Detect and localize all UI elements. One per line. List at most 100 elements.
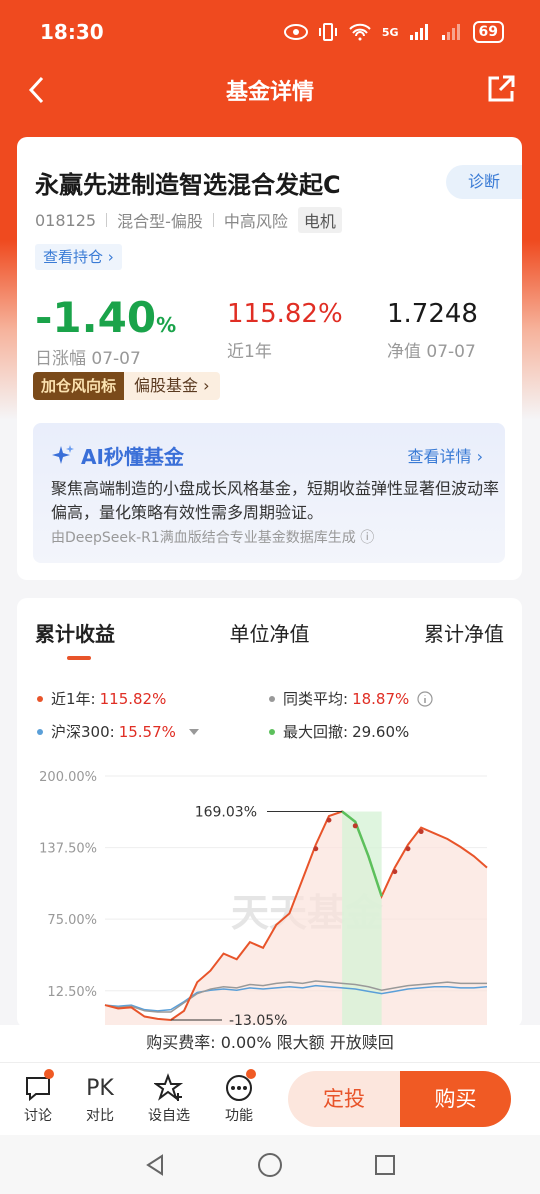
tab-cumulative-nav[interactable]: 累计净值 bbox=[424, 618, 504, 647]
add-watchlist-label: 设自选 bbox=[148, 1108, 190, 1124]
daily-change-unit: % bbox=[156, 313, 177, 337]
legend-hs300-dot bbox=[37, 728, 43, 735]
ai-detail-link[interactable]: 查看详情 › bbox=[408, 443, 484, 467]
back-triangle-icon[interactable] bbox=[143, 1153, 167, 1177]
fund-code: 018125 bbox=[35, 210, 97, 230]
ai-summary-box: AI秒懂基金 查看详情 › 聚焦高端制造的小盘成长风格基金，短期收益弹性显著但波… bbox=[33, 423, 505, 563]
divider bbox=[212, 213, 214, 227]
more-functions-button[interactable]: 功能 bbox=[216, 1071, 262, 1125]
home-circle-icon[interactable] bbox=[257, 1152, 283, 1178]
add-watchlist-button[interactable]: 设自选 bbox=[146, 1071, 192, 1125]
legend-fund-dot bbox=[37, 695, 43, 702]
legend-hs300-label: 沪深300: bbox=[51, 723, 115, 741]
legend-hs300-value: 15.57% bbox=[118, 722, 176, 741]
y-tick-label: 75.00% bbox=[47, 913, 97, 928]
trade-marker-dot bbox=[405, 846, 411, 852]
peak-annotation: 169.03% bbox=[195, 805, 257, 821]
y-tick-label: 12.50% bbox=[47, 985, 97, 1000]
battery-indicator: 69 bbox=[472, 21, 504, 43]
y-tick-label: 200.00% bbox=[39, 770, 97, 785]
network-label: 5G bbox=[381, 25, 399, 39]
daily-change-number: -1.40 bbox=[35, 293, 157, 342]
trade-marker-dot bbox=[352, 823, 358, 829]
year-return-stat: 115.82% 近1年 bbox=[227, 299, 343, 362]
fund-info-card: 永赢先进制造智选混合发起C 诊断 018125 混合型-偏股 中高风险 电机 查… bbox=[17, 137, 522, 580]
sparkle-icon bbox=[52, 444, 74, 464]
year-return-value: 115.82% bbox=[227, 299, 343, 329]
tab-cumulative-return[interactable]: 累计收益 bbox=[35, 618, 115, 647]
year-return-label: 近1年 bbox=[227, 342, 272, 362]
page-title: 基金详情 bbox=[225, 80, 314, 105]
return-chart[interactable]: 200.00%137.50%75.00%12.50%天天基金169.03%-13… bbox=[17, 758, 522, 1028]
y-tick-label: 137.50% bbox=[39, 842, 97, 857]
legend-drawdown: 最大回撤: 29.60% bbox=[269, 721, 409, 742]
auto-invest-button[interactable]: 定投 bbox=[288, 1071, 400, 1127]
daily-change-label: 日涨幅 07-07 bbox=[35, 349, 141, 369]
trade-marker-dot bbox=[326, 817, 332, 823]
fund-type: 混合型-偏股 bbox=[117, 212, 203, 231]
performance-chart-card: 累计收益 单位净值 累计净值 近1年: 115.82% 同类平均: 18.87% 沪… bbox=[17, 598, 522, 1028]
view-holdings-button[interactable]: 查看持仓 › bbox=[35, 244, 122, 270]
fund-name: 永赢先进制造智选混合发起C bbox=[35, 171, 341, 199]
recents-square-icon[interactable] bbox=[373, 1153, 397, 1177]
wind-indicator-label: 加仓风向标 bbox=[33, 372, 125, 400]
daily-change-value: -1.40% bbox=[35, 293, 176, 342]
ai-title-text: AI秒懂基金 bbox=[81, 445, 184, 469]
discuss-label: 讨论 bbox=[24, 1108, 52, 1124]
divider bbox=[106, 213, 108, 227]
legend-peer-label: 同类平均: bbox=[283, 690, 349, 708]
wind-indicator[interactable]: 加仓风向标 偏股基金 › bbox=[33, 372, 220, 400]
max-drawdown-region bbox=[342, 811, 382, 1028]
status-icons: 5G 69 bbox=[283, 21, 504, 43]
fund-risk: 中高风险 bbox=[223, 212, 288, 231]
fund-meta: 018125 混合型-偏股 中高风险 电机 bbox=[35, 207, 342, 233]
discuss-badge bbox=[44, 1069, 54, 1079]
fund-theme-tag[interactable]: 电机 bbox=[297, 207, 342, 233]
discuss-button[interactable]: 讨论 bbox=[15, 1071, 61, 1125]
ai-source-note: 由DeepSeek-R1满血版结合专业基金数据库生成 ⓘ bbox=[51, 530, 375, 546]
more-functions-label: 功能 bbox=[225, 1108, 253, 1124]
nav-bar: 基金详情 bbox=[0, 64, 540, 116]
bottom-action-bar: 讨论 PK 对比 设自选 功能 定投 购买 bbox=[0, 1063, 540, 1135]
active-tab-indicator bbox=[67, 656, 91, 660]
star-plus-icon bbox=[154, 1073, 184, 1101]
tab-unit-nav[interactable]: 单位净值 bbox=[230, 618, 310, 647]
legend-fund-value: 115.82% bbox=[99, 689, 167, 708]
trade-marker-dot bbox=[313, 846, 319, 852]
back-arrow-icon[interactable] bbox=[22, 74, 54, 106]
wifi-icon bbox=[349, 23, 371, 41]
compare-button[interactable]: PK 对比 bbox=[77, 1071, 123, 1125]
signal-icon bbox=[409, 24, 428, 40]
legend-peer-dot bbox=[269, 695, 275, 702]
dropdown-triangle-icon[interactable] bbox=[188, 727, 200, 737]
functions-badge bbox=[246, 1069, 256, 1079]
fund-area bbox=[105, 811, 487, 1028]
info-icon[interactable] bbox=[417, 690, 433, 707]
buy-button[interactable]: 购买 bbox=[400, 1071, 511, 1127]
legend-hs300[interactable]: 沪深300: 15.57% bbox=[37, 721, 200, 742]
pk-icon: PK bbox=[86, 1075, 114, 1101]
legend-drawdown-dot bbox=[269, 728, 275, 735]
compare-label: 对比 bbox=[86, 1108, 114, 1124]
purchase-fee-info: 购买费率: 0.00% 限大额 开放赎回 bbox=[0, 1025, 540, 1063]
system-nav-bar bbox=[0, 1135, 540, 1194]
ai-summary-text: 聚焦高端制造的小盘成长风格基金，短期收益弹性显著但波动率偏高，量化策略有效性需多… bbox=[51, 479, 500, 522]
nav-stat: 1.7248 净值 07-07 bbox=[387, 299, 478, 362]
share-icon[interactable] bbox=[486, 74, 516, 104]
ai-title: AI秒懂基金 bbox=[51, 441, 184, 470]
trade-marker-dot bbox=[392, 869, 398, 875]
legend-peer: 同类平均: 18.87% bbox=[269, 688, 433, 709]
legend-drawdown-value: 29.60% bbox=[352, 722, 410, 741]
status-bar: 18:30 5G 69 bbox=[0, 0, 540, 64]
diagnose-button[interactable]: 诊断 bbox=[446, 165, 522, 199]
chart-tabs: 累计收益 单位净值 累计净值 bbox=[17, 618, 522, 647]
trade-marker-dot bbox=[418, 829, 424, 835]
nav-value: 1.7248 bbox=[387, 299, 478, 329]
legend-fund-label: 近1年: bbox=[51, 690, 96, 708]
legend-fund: 近1年: 115.82% bbox=[37, 688, 166, 709]
nav-label: 净值 07-07 bbox=[387, 342, 476, 362]
vibrate-icon bbox=[318, 23, 337, 41]
wind-indicator-category: 偏股基金 › bbox=[124, 372, 220, 400]
legend-peer-value: 18.87% bbox=[352, 689, 410, 708]
signal-2-icon bbox=[441, 24, 460, 40]
